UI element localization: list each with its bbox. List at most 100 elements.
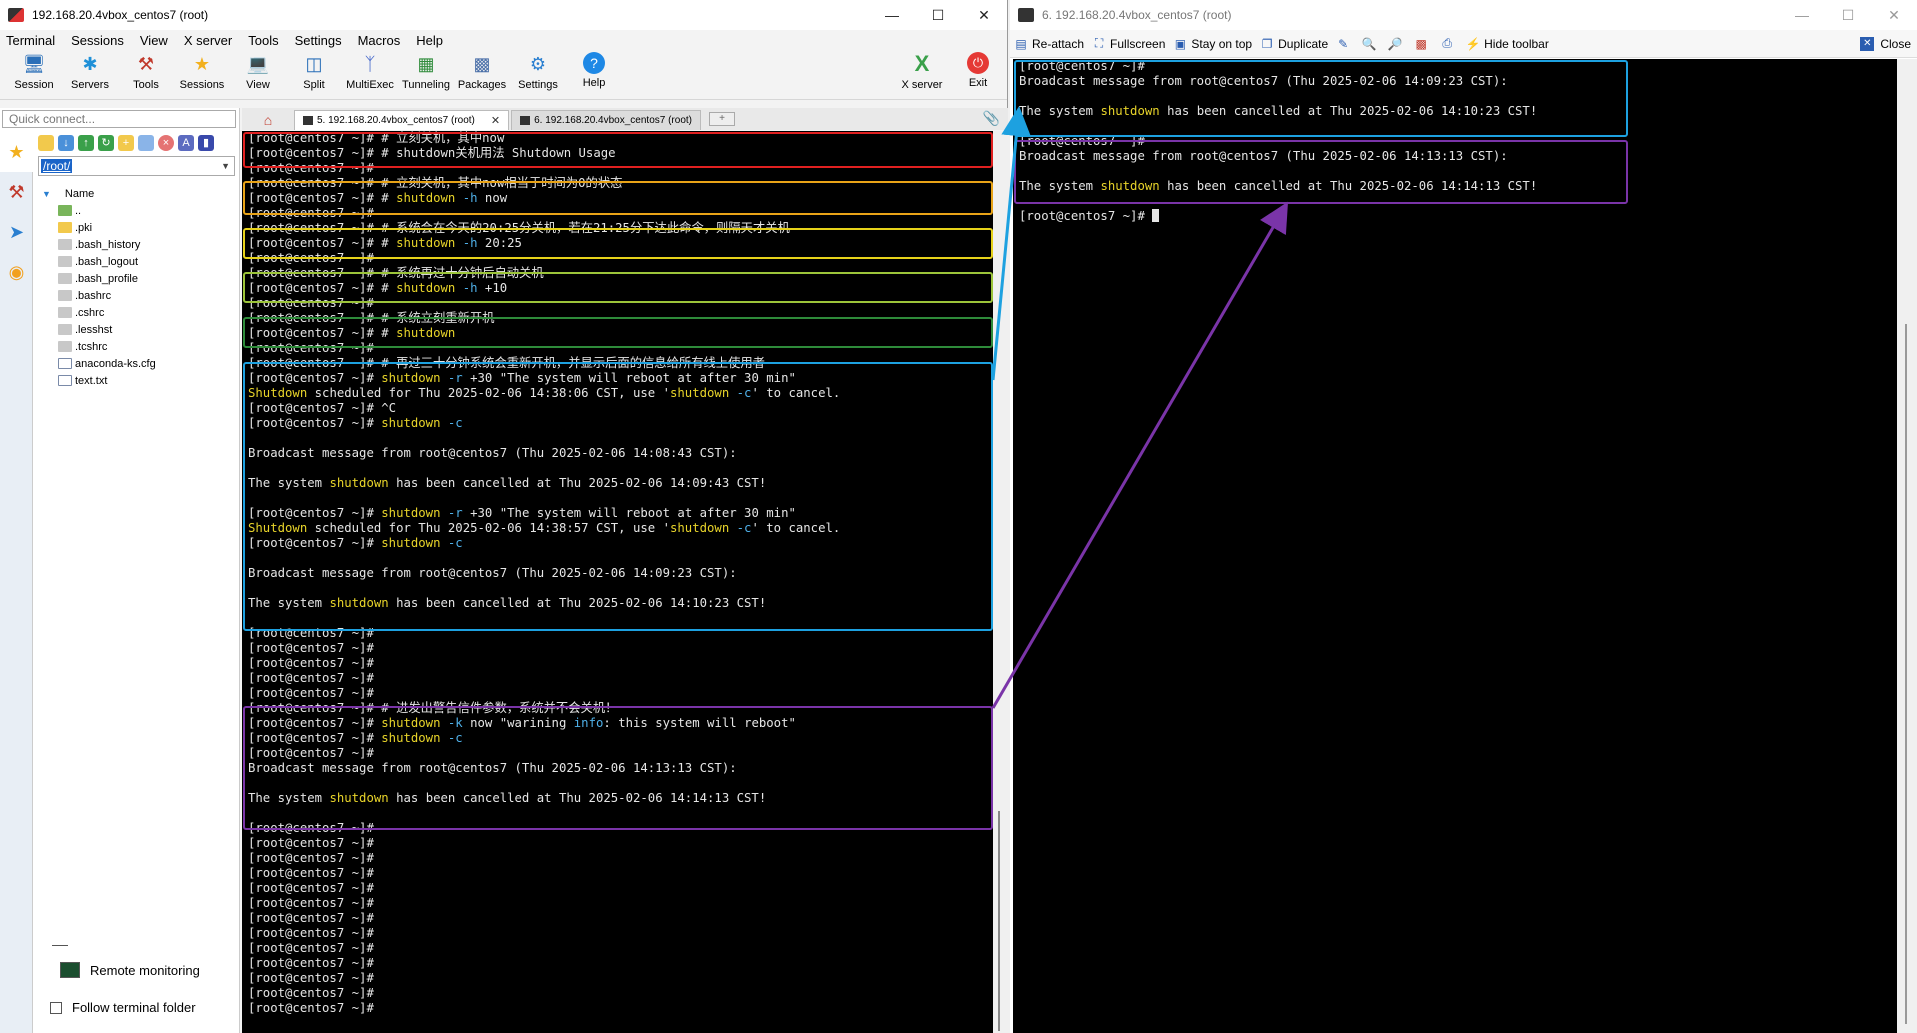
tunneling-button[interactable]: ▦ Tunneling xyxy=(398,50,454,91)
reattach-button[interactable]: ▤ Re-attach xyxy=(1014,37,1084,51)
rename-icon[interactable]: A xyxy=(178,135,194,151)
prompt: [root@centos7 ~]# xyxy=(248,341,374,355)
detached-close-button[interactable]: ✕ Close xyxy=(1860,36,1911,51)
command-keyword: shutdown xyxy=(396,236,456,250)
x-server-button[interactable]: XX server xyxy=(894,50,950,92)
file-item[interactable]: text.txt xyxy=(58,372,239,389)
window-title: 192.168.20.4vbox_centos7 (root) xyxy=(32,8,209,22)
packages-button[interactable]: ▩ Packages xyxy=(454,50,510,91)
menu-settings[interactable]: Settings xyxy=(295,33,342,48)
upload-icon[interactable]: ↑ xyxy=(78,135,94,151)
terminal-text: has been cancelled at Thu 2025-02-06 14:… xyxy=(1159,179,1538,193)
quick-connect-input[interactable]: Quick connect... xyxy=(2,110,236,128)
exit-button[interactable]: ⏻ Exit xyxy=(950,50,1006,91)
duplicate-button[interactable]: ❐ Duplicate xyxy=(1260,37,1328,51)
follow-terminal-checkbox[interactable]: Follow terminal folder xyxy=(50,1000,196,1015)
file-item[interactable]: .. xyxy=(58,202,239,219)
menu-x-server[interactable]: X server xyxy=(184,33,232,48)
sftp-tab-icon[interactable]: ➤ xyxy=(0,212,33,252)
macros-tab-icon[interactable]: ◉ xyxy=(0,252,33,292)
terminal-line: [root@centos7 ~]# # shutdown -h 20:25 xyxy=(242,236,993,251)
terminal-right[interactable]: [root@centos7 ~]# Broadcast message from … xyxy=(1013,59,1897,1033)
settings-button[interactable]: ⚙ Settings xyxy=(510,50,566,91)
edit-button[interactable]: ✎ xyxy=(1336,37,1354,51)
stay-on-top-button[interactable]: ▣ Stay on top xyxy=(1173,37,1252,51)
zoom-out-button[interactable]: 🔎 xyxy=(1388,37,1406,51)
help-button[interactable]: ? Help xyxy=(566,50,622,89)
mobaxterm-icon xyxy=(8,8,24,22)
new-tab-button[interactable]: + xyxy=(709,112,735,126)
menu-sessions[interactable]: Sessions xyxy=(71,33,124,48)
file-item[interactable]: .pki xyxy=(58,219,239,236)
file-item[interactable]: .bash_history xyxy=(58,236,239,253)
multiexec-button[interactable]: ᛉ MultiExec xyxy=(342,50,398,91)
terminal-line: [root@centos7 ~]# xyxy=(242,821,993,836)
servers-button[interactable]: ✱ Servers xyxy=(62,50,118,91)
terminal-line: [root@centos7 ~]# # 进发出警告信件参数，系统并不会关机！ xyxy=(242,701,993,716)
refresh-icon[interactable]: ↻ xyxy=(98,135,114,151)
maximize-button[interactable]: ☐ xyxy=(915,0,961,30)
minimize-button[interactable]: — xyxy=(1779,0,1825,30)
file-item[interactable]: .bash_logout xyxy=(58,253,239,270)
folder-up-icon[interactable] xyxy=(38,135,54,151)
scrollbar-thumb[interactable] xyxy=(998,811,1000,1031)
tools-tab-icon[interactable]: ⚒ xyxy=(0,172,33,212)
detached-scrollbar[interactable] xyxy=(1897,59,1917,1033)
close-tab-icon[interactable]: ✕ xyxy=(491,114,500,127)
prompt: [root@centos7 ~]# xyxy=(248,626,374,640)
fullscreen-button[interactable]: ⛶ Fullscreen xyxy=(1092,36,1166,51)
scrollbar-thumb[interactable] xyxy=(1905,324,1907,1024)
terminal-left[interactable]: [root@centos7 ~]# # 立刻关机，其中now [root@cent… xyxy=(242,131,993,1033)
new-folder-icon[interactable]: + xyxy=(118,135,134,151)
duplicate-icon: ❐ xyxy=(1261,36,1273,51)
terminal-folder-icon[interactable]: ▮ xyxy=(198,135,214,151)
minimize-button[interactable]: — xyxy=(869,0,915,30)
download-icon[interactable]: ↓ xyxy=(58,135,74,151)
tools-button[interactable]: ⚒ Tools xyxy=(118,50,174,91)
file-item[interactable]: .bash_profile xyxy=(58,270,239,287)
name-column-label: Name xyxy=(64,188,95,200)
tab-session-6[interactable]: 6. 192.168.20.4vbox_centos7 (root) xyxy=(511,110,701,130)
print-button[interactable]: ⎙ xyxy=(1440,36,1458,51)
reattach-icon: ▤ xyxy=(1015,36,1027,51)
file-item[interactable]: .lesshst xyxy=(58,321,239,338)
zoom-in-button[interactable]: 🔍 xyxy=(1362,37,1380,51)
file-item[interactable]: .tcshrc xyxy=(58,338,239,355)
home-icon[interactable]: ⌂ xyxy=(242,110,294,130)
prompt: [root@centos7 ~]# xyxy=(248,656,374,670)
terminal-line: Broadcast message from root@centos7 (Thu… xyxy=(242,566,993,581)
file-item[interactable]: anaconda-ks.cfg xyxy=(58,355,239,372)
checkbox[interactable] xyxy=(50,1001,62,1014)
save-button[interactable]: ▩ xyxy=(1414,37,1432,51)
menu-macros[interactable]: Macros xyxy=(358,33,401,48)
terminal-text: +30 "The system will reboot at after 30 … xyxy=(462,506,796,520)
menu-view[interactable]: View xyxy=(140,33,168,48)
maximize-button[interactable]: ☐ xyxy=(1825,0,1871,30)
view-button[interactable]: 💻 View xyxy=(230,50,286,91)
file-item[interactable]: .bashrc xyxy=(58,287,239,304)
close-button[interactable]: ✕ xyxy=(961,0,1007,30)
hide-toolbar-button[interactable]: ⚡ Hide toolbar xyxy=(1466,37,1549,51)
terminal-text: # xyxy=(381,191,397,205)
tab-session-5[interactable]: 5. 192.168.20.4vbox_centos7 (root) ✕ xyxy=(294,110,510,130)
chevron-down-icon[interactable]: ▼ xyxy=(221,161,230,171)
sessions-button[interactable]: ★ Sessions xyxy=(174,50,230,91)
delete-icon[interactable]: × xyxy=(158,135,174,151)
path-selector[interactable]: /root/ ▼ xyxy=(38,156,235,176)
terminal-line: [root@centos7 ~]# shutdown -k now "warin… xyxy=(242,716,993,731)
close-button[interactable]: ✕ xyxy=(1871,0,1917,30)
new-file-icon[interactable] xyxy=(138,135,154,151)
terminal-text: has been cancelled at Thu 2025-02-06 14:… xyxy=(388,476,767,490)
session-button[interactable]: 🖥 Session xyxy=(6,50,62,91)
file-item[interactable]: .cshrc xyxy=(58,304,239,321)
terminal-scrollbar[interactable] xyxy=(993,131,1008,1033)
sessions-star-icon[interactable]: ★ xyxy=(0,132,33,172)
menu-terminal[interactable]: Terminal xyxy=(6,33,55,48)
menu-help[interactable]: Help xyxy=(416,33,443,48)
file-column-header[interactable]: ▼ Name xyxy=(34,186,239,202)
remote-monitoring-button[interactable]: Remote monitoring xyxy=(60,962,200,978)
menu-tools[interactable]: Tools xyxy=(248,33,278,48)
attachment-icon[interactable]: 📎 xyxy=(983,110,1000,127)
pane-divider[interactable] xyxy=(52,945,68,946)
split-button[interactable]: ◫ Split xyxy=(286,50,342,91)
